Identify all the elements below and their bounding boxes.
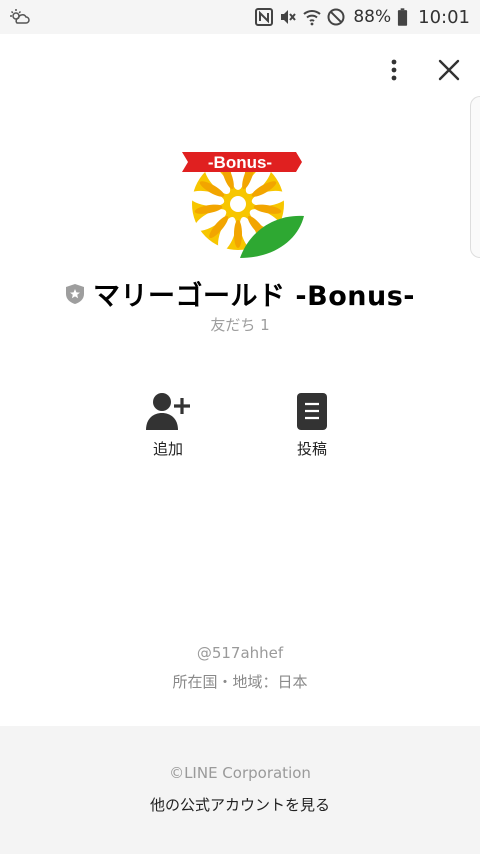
bonus-banner-text: -Bonus- <box>208 153 272 172</box>
nfc-icon <box>255 8 274 26</box>
friends-count: 友だち 1 <box>210 316 270 334</box>
posts-label: 投稿 <box>296 440 327 458</box>
shield-icon <box>66 283 85 304</box>
more-vertical-icon <box>391 59 397 81</box>
bonus-banner: -Bonus- <box>182 152 302 172</box>
copyright-text: ©LINE Corporation <box>169 764 311 782</box>
add-friend-icon <box>146 393 190 430</box>
clock: 10:01 <box>418 6 470 28</box>
weather-icon <box>10 9 30 24</box>
close-icon <box>438 59 460 81</box>
status-icons: 88% 10:01 <box>255 4 470 30</box>
add-friend-button[interactable]: 追加 <box>128 392 208 459</box>
other-official-accounts-link[interactable]: 他の公式アカウントを見る <box>0 794 480 815</box>
battery-icon <box>398 7 408 26</box>
footer: ©LINE Corporation 他の公式アカウントを見る <box>0 726 480 854</box>
add-friend-label: 追加 <box>152 440 183 458</box>
account-location: 所在国・地域：日本 <box>172 673 308 691</box>
status-bar: 88% 10:01 <box>0 0 480 34</box>
profile-logo: -Bonus- <box>182 152 304 258</box>
profile-name: マリーゴールド -Bonus- <box>93 281 415 312</box>
account-id: @517ahhef <box>196 644 284 662</box>
profile-title-row: マリーゴールド -Bonus- <box>0 274 480 313</box>
vibrate-off-icon <box>281 10 297 24</box>
posts-button[interactable]: 投稿 <box>272 392 352 459</box>
do-not-disturb-icon <box>327 8 345 26</box>
more-options-button[interactable] <box>378 54 410 86</box>
post-icon <box>297 393 327 430</box>
wifi-icon <box>303 10 321 26</box>
battery-percent: 88% <box>353 7 392 27</box>
close-button[interactable] <box>432 54 466 86</box>
edge-panel-handle[interactable] <box>470 96 480 258</box>
